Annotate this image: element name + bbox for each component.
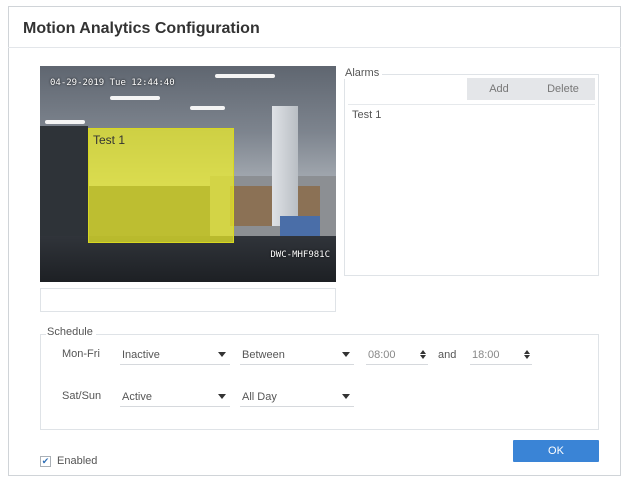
weekend-mode-select[interactable]: All Day	[240, 387, 354, 407]
ok-button[interactable]: OK	[513, 440, 599, 462]
video-camera-label: DWC-MHF981C	[270, 250, 330, 260]
video-caption-field	[40, 288, 336, 312]
chevron-down-icon	[218, 352, 226, 357]
video-chair	[280, 216, 320, 238]
weekday-end-value: 18:00	[472, 348, 500, 361]
add-alarm-button[interactable]: Add	[467, 83, 531, 95]
weekday-mode-value: Between	[242, 348, 285, 361]
weekend-state-value: Active	[122, 390, 152, 403]
and-label: and	[438, 349, 457, 361]
weekday-start-time[interactable]: 08:00	[366, 345, 428, 365]
dialog-title: Motion Analytics Configuration	[23, 20, 260, 37]
ceiling-light	[190, 106, 225, 110]
alarms-legend: Alarms	[344, 67, 383, 79]
ceiling-light	[215, 74, 275, 78]
title-divider	[8, 47, 621, 48]
spinner-arrows-icon[interactable]	[420, 350, 426, 359]
spinner-arrows-icon[interactable]	[524, 350, 530, 359]
schedule-legend: Schedule	[46, 326, 96, 338]
chevron-down-icon	[218, 394, 226, 399]
camera-preview[interactable]: 04-29-2019 Tue 12:44:40 DWC-MHF981C Test…	[40, 66, 336, 282]
enabled-row: ✔ Enabled	[40, 455, 97, 467]
weekday-start-value: 08:00	[368, 348, 396, 361]
weekday-end-time[interactable]: 18:00	[470, 345, 532, 365]
enabled-label: Enabled	[57, 455, 98, 467]
alarms-toolbar: Add Delete	[467, 78, 595, 100]
weekend-state-select[interactable]: Active	[120, 387, 230, 407]
ceiling-light	[110, 96, 160, 100]
ceiling-light	[45, 120, 85, 124]
chevron-down-icon	[342, 352, 350, 357]
video-timestamp: 04-29-2019 Tue 12:44:40	[50, 78, 175, 88]
alarm-list-item[interactable]: Test 1	[348, 105, 595, 125]
weekday-mode-select[interactable]: Between	[240, 345, 354, 365]
enabled-checkbox[interactable]: ✔	[40, 455, 51, 467]
alarm-list: Test 1	[348, 104, 595, 273]
motion-zone[interactable]: Test 1	[88, 128, 234, 243]
weekday-label: Mon-Fri	[62, 348, 100, 360]
weekend-label: Sat/Sun	[62, 390, 102, 402]
weekday-state-value: Inactive	[122, 348, 160, 361]
chevron-down-icon	[342, 394, 350, 399]
delete-alarm-button[interactable]: Delete	[531, 83, 595, 95]
weekday-state-select[interactable]: Inactive	[120, 345, 230, 365]
weekend-mode-value: All Day	[242, 390, 277, 403]
motion-zone-label: Test 1	[93, 133, 126, 147]
video-pillar	[272, 106, 298, 226]
